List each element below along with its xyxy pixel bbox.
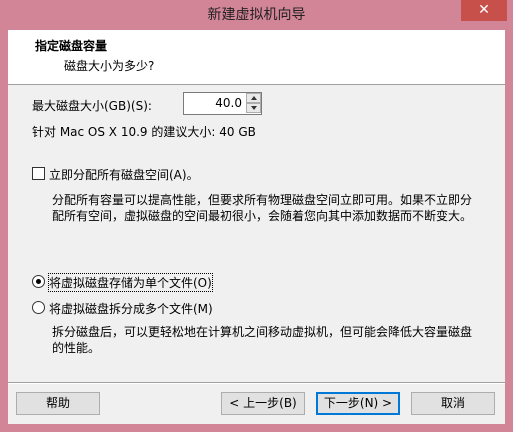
single-file-radio[interactable] [32,275,45,288]
multi-file-description: 拆分磁盘后，可以更轻松地在计算机之间移动虚拟机，但可能会降低大容量磁盘的性能。 [52,325,473,355]
allocate-all-label[interactable]: 立即分配所有磁盘空间(A)。 [49,166,199,183]
allocate-description: 分配所有容量可以提高性能，但要求所有物理磁盘空间立即可用。如果不立即分配所有空间… [52,193,473,223]
close-button[interactable]: ✕ [461,0,507,21]
wizard-body: 指定磁盘容量 磁盘大小为多少? 最大磁盘大小(GB)(S): 40.0 针对 M… [8,30,505,424]
single-file-label[interactable]: 将虚拟磁盘存储为单个文件(O) [48,273,213,292]
next-button[interactable]: 下一步(N) > [316,392,400,415]
multi-file-radio[interactable] [32,301,45,314]
page-title: 指定磁盘容量 [35,39,108,53]
back-button[interactable]: < 上一步(B) [221,392,305,415]
footer-divider [8,382,505,384]
multi-file-label[interactable]: 将虚拟磁盘拆分成多个文件(M) [49,300,213,317]
cancel-button[interactable]: 取消 [411,392,495,415]
disk-size-label: 最大磁盘大小(GB)(S): [32,99,152,113]
spin-up-button[interactable] [246,93,261,103]
help-button[interactable]: 帮助 [16,392,100,415]
spin-down-button[interactable] [246,103,261,113]
page-subtitle: 磁盘大小为多少? [64,59,155,73]
title-bar[interactable]: 新建虚拟机向导 ✕ [0,0,513,30]
wizard-window: 新建虚拟机向导 ✕ 指定磁盘容量 磁盘大小为多少? 最大磁盘大小(GB)(S):… [0,0,513,432]
wizard-header: 指定磁盘容量 磁盘大小为多少? [8,30,505,85]
disk-size-spinner[interactable]: 40.0 [183,92,262,115]
window-title: 新建虚拟机向导 [207,7,306,23]
recommended-size-text: 针对 Mac OS X 10.9 的建议大小: 40 GB [32,125,256,139]
close-icon: ✕ [478,2,490,18]
disk-size-input[interactable]: 40.0 [184,93,246,114]
allocate-all-checkbox[interactable] [32,167,45,180]
